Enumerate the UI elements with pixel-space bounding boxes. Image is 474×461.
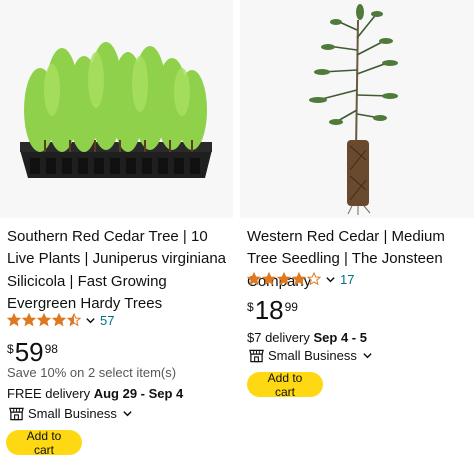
price-fraction: 99 xyxy=(284,300,298,314)
delivery-prefix: $7 delivery xyxy=(247,330,314,345)
add-to-cart-button[interactable]: Add to cart xyxy=(247,371,323,399)
product-image-western-red-cedar[interactable] xyxy=(240,0,474,218)
delivery-dates: Aug 29 - Sep 4 xyxy=(93,386,184,401)
star-icon xyxy=(7,313,21,327)
price-symbol: $ xyxy=(247,300,254,314)
delivery-info: FREE delivery Aug 29 - Sep 4 xyxy=(7,386,183,401)
product-title[interactable]: Southern Red Cedar Tree | 10 Live Plants… xyxy=(7,226,229,315)
small-business-badge[interactable]: Small Business xyxy=(249,348,373,363)
price-whole: 59 xyxy=(14,337,44,367)
star-rating[interactable] xyxy=(247,272,322,286)
star-icon xyxy=(262,272,276,286)
chevron-down-icon[interactable] xyxy=(85,315,96,326)
promo-text: Save 10% on 2 select item(s) xyxy=(7,365,177,380)
star-icon xyxy=(292,272,306,286)
rating-row: 57 xyxy=(7,311,114,329)
small-business-badge[interactable]: Small Business xyxy=(9,406,133,421)
chevron-down-icon xyxy=(363,353,372,359)
price: $ 18 99 xyxy=(247,296,298,324)
price-whole: 18 xyxy=(254,295,284,325)
small-business-label: Small Business xyxy=(28,406,117,421)
small-business-icon xyxy=(249,349,264,362)
chevron-down-icon xyxy=(123,411,132,417)
rating-row: 17 xyxy=(247,270,354,288)
star-icon xyxy=(52,313,66,327)
chevron-down-icon[interactable] xyxy=(325,274,336,285)
small-business-icon xyxy=(9,407,24,420)
star-icon xyxy=(277,272,291,286)
price-fraction: 98 xyxy=(44,342,58,356)
small-business-label: Small Business xyxy=(268,348,357,363)
star-rating[interactable] xyxy=(7,313,82,327)
review-count-link[interactable]: 57 xyxy=(100,313,114,328)
star-icon xyxy=(37,313,51,327)
price-symbol: $ xyxy=(7,342,14,356)
star-icon xyxy=(22,313,36,327)
star-icon xyxy=(67,313,81,327)
product-image-southern-red-cedar[interactable] xyxy=(0,0,233,218)
review-count-link[interactable]: 17 xyxy=(340,272,354,287)
delivery-prefix: FREE delivery xyxy=(7,386,94,401)
delivery-info: $7 delivery Sep 4 - 5 xyxy=(247,330,367,345)
star-icon xyxy=(247,272,261,286)
star-icon xyxy=(307,272,321,286)
price: $ 59 98 xyxy=(7,338,58,366)
delivery-dates: Sep 4 - 5 xyxy=(313,330,367,345)
add-to-cart-button[interactable]: Add to cart xyxy=(6,429,82,457)
